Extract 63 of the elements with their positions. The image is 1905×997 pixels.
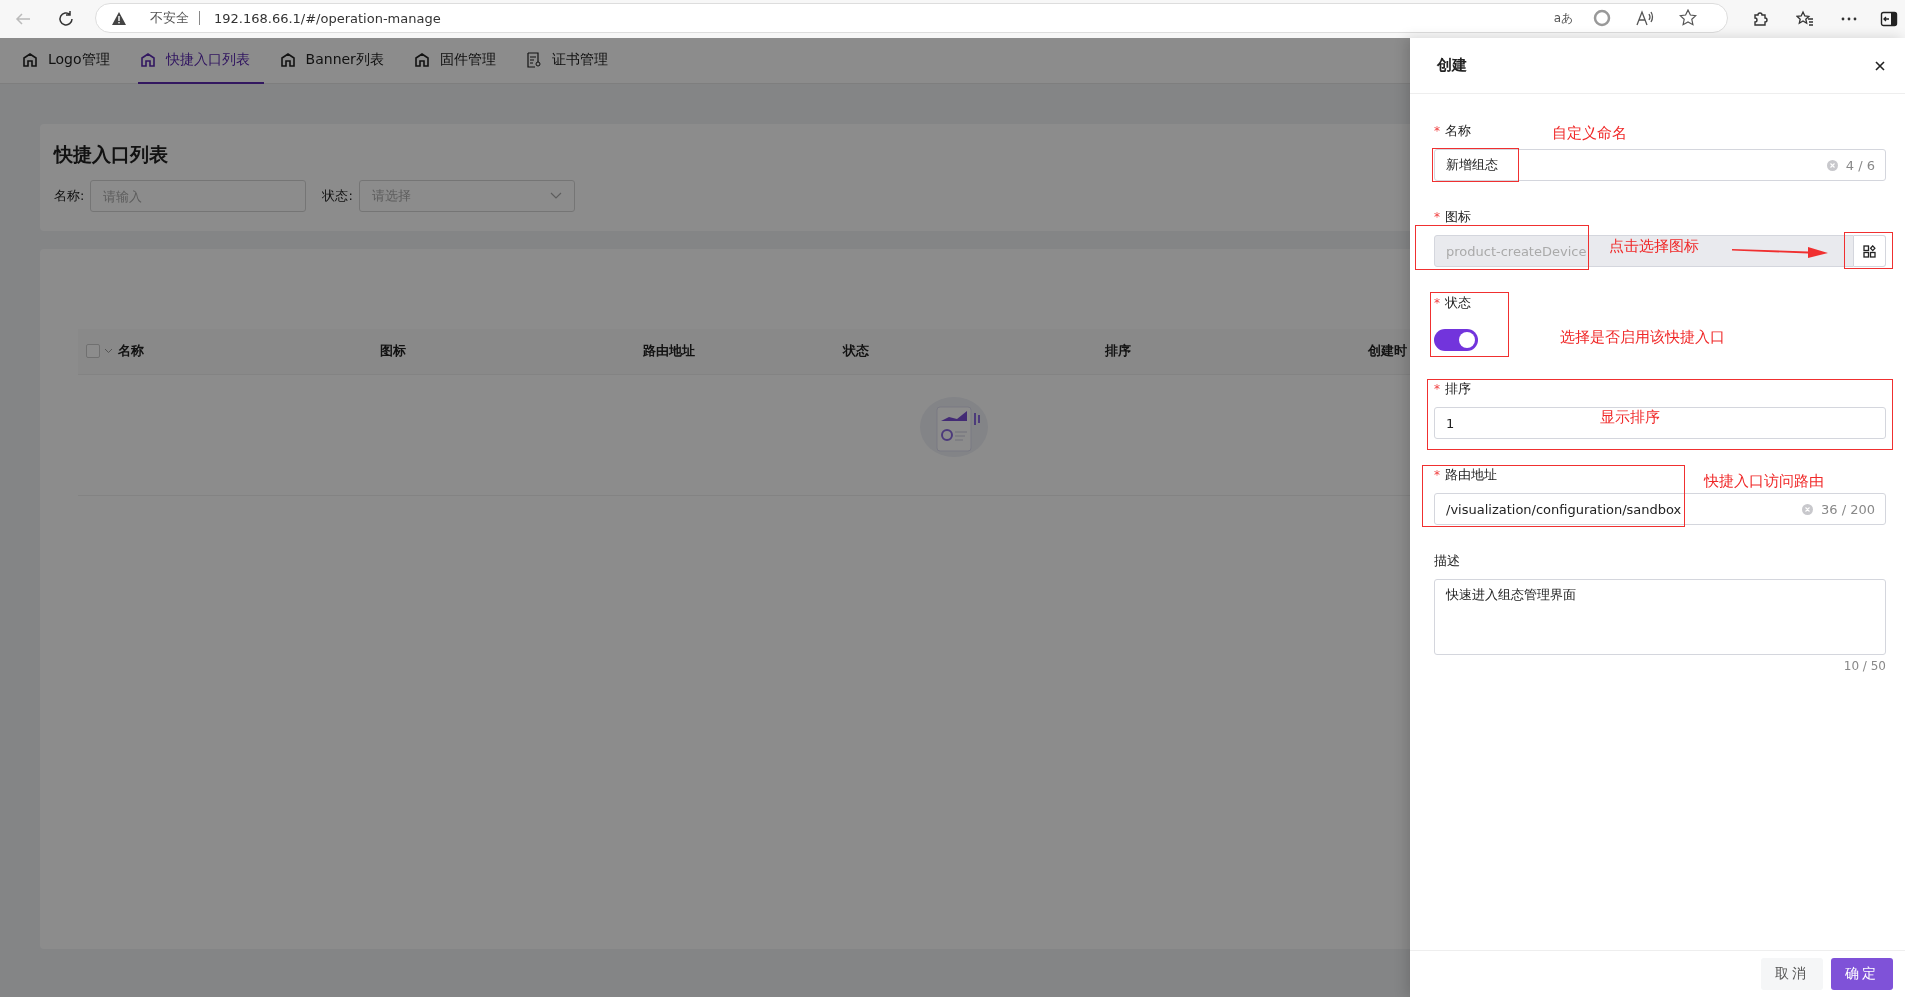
nav-tab[interactable]: 证书管理: [523, 38, 622, 84]
field-label: 排序: [1445, 380, 1471, 398]
nav-tab[interactable]: Logo管理: [20, 38, 124, 84]
required-mark: *: [1434, 468, 1440, 482]
text-field[interactable]: 新增组态 4 / 6: [1434, 149, 1886, 181]
close-icon[interactable]: [1875, 60, 1885, 71]
annotation-text: 点击选择图标: [1609, 237, 1699, 256]
document-icon: [525, 52, 542, 68]
star-icon[interactable]: [1679, 9, 1697, 27]
field-label: 状态: [1445, 294, 1471, 312]
chevron-down-icon: [549, 192, 562, 200]
required-mark: *: [1434, 296, 1440, 310]
required-mark: *: [1434, 124, 1440, 138]
house-icon: [279, 52, 296, 68]
text-field[interactable]: /visualization/configuration/sandbox 36 / 200: [1434, 493, 1886, 525]
refresh-icon[interactable]: [1593, 9, 1611, 27]
field-label: 名称: [1445, 122, 1471, 140]
nav-tab[interactable]: 固件管理: [411, 38, 510, 84]
column-header: 创建时: [1368, 342, 1407, 360]
column-header: 名称: [118, 342, 144, 360]
nav-tab[interactable]: 快捷入口列表: [137, 38, 264, 84]
url-text: 192.168.66.1/#/operation-manage: [214, 10, 442, 26]
annotation-text: 快捷入口访问路由: [1704, 472, 1824, 491]
house-icon: [22, 52, 38, 68]
grid-icon: [1863, 244, 1876, 258]
annotation-text: 显示排序: [1600, 408, 1660, 427]
column-header: 图标: [380, 342, 406, 360]
annotation-frame: [1844, 232, 1893, 269]
required-mark: *: [1434, 382, 1440, 396]
character-counter: 4 / 6: [1845, 157, 1875, 173]
address-bar[interactable]: 不安全 192.168.66.1/#/operation-manage aあ: [95, 3, 1728, 33]
description-textarea[interactable]: 快速进入组态管理界面: [1434, 579, 1886, 655]
column-header: 排序: [1105, 342, 1131, 360]
house-icon: [139, 52, 156, 68]
sidebar-icon[interactable]: [1880, 10, 1898, 28]
favorites-icon[interactable]: [1796, 10, 1814, 28]
annotation-text: 自定义命名: [1552, 124, 1627, 143]
filter-label: 名称:: [54, 187, 85, 205]
required-mark: *: [1434, 210, 1440, 224]
security-label: 不安全: [150, 11, 200, 25]
annotation-text: 选择是否启用该快捷入口: [1560, 328, 1725, 347]
column-header: 状态: [843, 342, 869, 360]
field-label: 描述: [1434, 552, 1460, 570]
cancel-button[interactable]: 取消: [1761, 958, 1823, 990]
drawer-title: 创建: [1437, 56, 1467, 75]
read-aloud-icon[interactable]: [1635, 9, 1655, 27]
reload-icon[interactable]: [57, 10, 75, 28]
confirm-button[interactable]: 确定: [1831, 958, 1893, 990]
house-icon: [413, 52, 430, 68]
character-counter: 10 / 50: [1842, 659, 1886, 673]
select-all-checkbox[interactable]: [86, 344, 100, 358]
puzzle-icon[interactable]: [1752, 10, 1770, 28]
translate-icon[interactable]: aあ: [1553, 9, 1573, 27]
warning-icon: [112, 11, 126, 25]
page-title: 快捷入口列表: [54, 142, 168, 167]
field-label: 图标: [1445, 208, 1471, 226]
filter-label: 状态:: [322, 187, 353, 205]
icon-picker-button[interactable]: [1854, 235, 1886, 267]
nav-tab[interactable]: Banner列表: [277, 38, 398, 84]
column-header: 路由地址: [643, 342, 695, 360]
field-label: 路由地址: [1445, 466, 1497, 484]
toggle-switch[interactable]: [1434, 329, 1478, 351]
character-counter: 36 / 200: [1821, 501, 1875, 517]
